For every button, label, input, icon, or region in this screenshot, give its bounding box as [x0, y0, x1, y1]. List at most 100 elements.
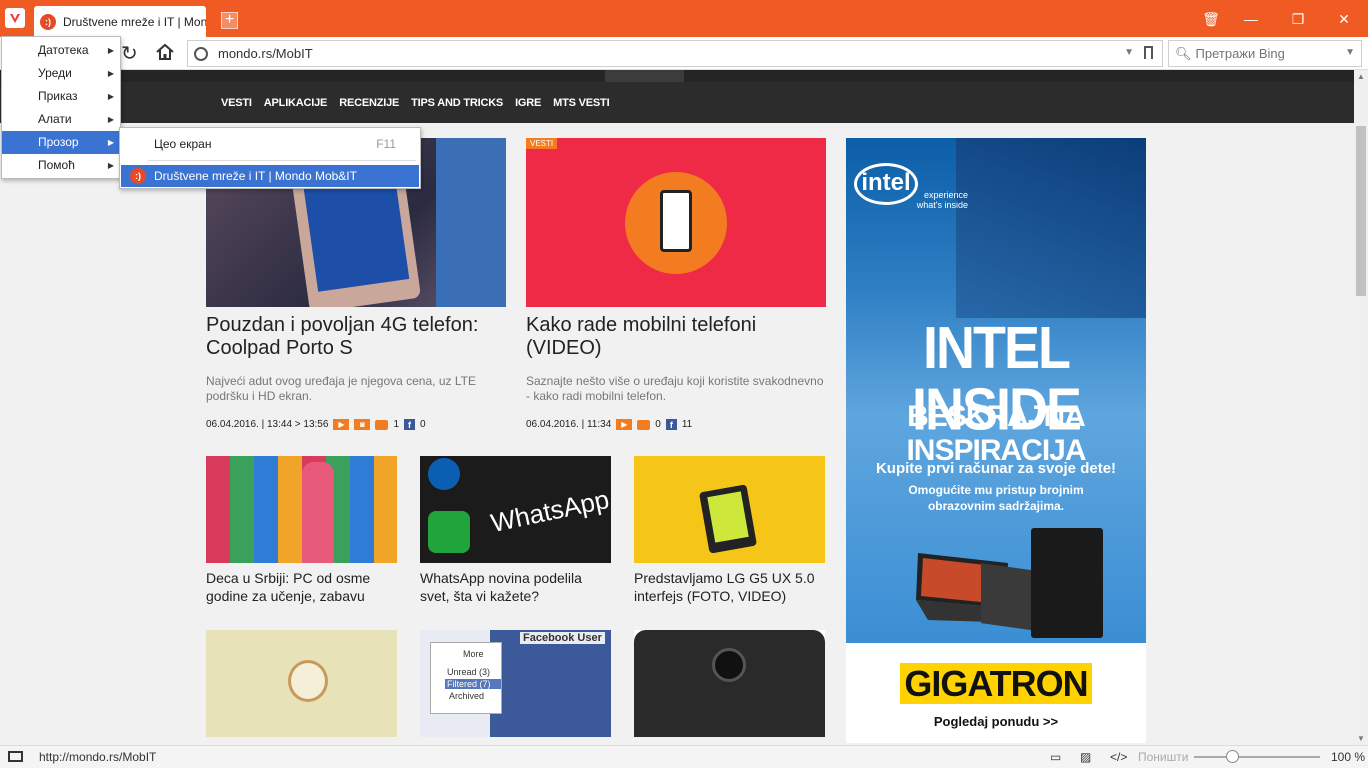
filtered-label: Filtered (7)	[445, 679, 501, 689]
article-image-whatsapp[interactable]: WhatsApp	[420, 456, 611, 563]
bookmark-icon[interactable]	[1144, 46, 1153, 59]
zoom-level: 100 %	[1331, 750, 1366, 764]
article-meta: 06.04.2016. | 13:44 > 13:56 ▶ ◙ 1 f 0	[206, 419, 426, 430]
facebook-icon: f	[665, 419, 677, 430]
globe-icon	[194, 46, 208, 61]
search-engine-dropdown-icon[interactable]: ▼	[1345, 47, 1355, 58]
reset-zoom-button[interactable]: Поништи	[1138, 750, 1188, 764]
menu-item-label: Društvene mreže i IT | Mondo Mob&IT	[154, 169, 357, 183]
comment-count: 0	[655, 419, 661, 430]
address-toolbar: ↻ mondo.rs/MobIT ▼ 🔍︎ ▼	[0, 37, 1368, 70]
article-meta: 06.04.2016. | 11:34 ▶ 0 f 11	[526, 419, 692, 430]
unread-label: Unread (3)	[447, 667, 491, 677]
article-image-phone[interactable]	[526, 138, 826, 307]
restore-button[interactable]: ❐	[1287, 8, 1309, 30]
nav-item-recenzije[interactable]: RECENZIJE	[339, 97, 399, 109]
status-bar: http://mondo.rs/MobIT ▭ ▨ </> Поништи 10…	[0, 745, 1368, 768]
submenu-arrow-icon: ▶	[107, 161, 114, 170]
nav-item-igre[interactable]: IGRE	[515, 97, 541, 109]
article-summary: Najveći adut ovog uređaja je njegova cen…	[206, 374, 476, 403]
page-content: Pouzdan i povoljan 4G telefon: Coolpad P…	[0, 123, 1354, 745]
intel-tagline: experience what's inside	[916, 190, 968, 210]
article-date: 06.04.2016. | 11:34	[526, 419, 612, 430]
article-image-phone-back[interactable]	[634, 630, 825, 737]
submenu-arrow-icon: ▶	[107, 46, 114, 55]
article-image-kids[interactable]	[206, 456, 397, 563]
nav-item-vesti[interactable]: VESTI	[221, 97, 252, 109]
page-tiling-icon[interactable]: ▭	[1050, 750, 1061, 764]
menu-item-label: Приказ	[38, 89, 78, 103]
page-actions-icon[interactable]: </>	[1110, 750, 1127, 764]
menu-item-label: Датотека	[38, 43, 89, 57]
menu-item-label: Цео екран	[154, 137, 212, 151]
address-bar[interactable]: mondo.rs/MobIT ▼	[187, 40, 1163, 67]
facebook-icon: f	[404, 419, 415, 430]
scroll-up-icon[interactable]: ▲	[1357, 72, 1365, 81]
menu-item-label: Алати	[38, 112, 72, 126]
images-icon[interactable]: ▨	[1080, 750, 1091, 764]
menu-item-fullscreen[interactable]: Цео екран F11	[120, 132, 420, 156]
article-image-3[interactable]	[206, 630, 397, 737]
tab-active[interactable]: :) Društvene mreže i IT | Mondo Mob&IT	[34, 6, 206, 37]
panel-toggle-icon[interactable]	[8, 751, 23, 762]
nav-item-tips[interactable]: TIPS AND TRICKS	[411, 97, 503, 109]
menu-item-view[interactable]: Приказ ▶	[2, 85, 120, 108]
new-tab-button[interactable]: +	[221, 12, 238, 29]
search-icon: 🔍︎	[1175, 45, 1192, 61]
close-button[interactable]: ✕	[1333, 8, 1355, 30]
zoom-slider[interactable]	[1194, 750, 1320, 763]
window-submenu: Цео екран F11 :) Društvene mreže i IT | …	[119, 127, 421, 189]
search-input[interactable]	[1195, 46, 1346, 61]
address-url: mondo.rs/MobIT	[218, 46, 313, 61]
article-date: 06.04.2016. | 13:44 > 13:56	[206, 419, 329, 430]
minimize-button[interactable]: —	[1240, 8, 1262, 30]
page-scrollbar[interactable]: ▲ ▼	[1354, 70, 1368, 745]
reload-icon[interactable]: ↻	[121, 41, 138, 66]
menu-separator	[148, 160, 416, 161]
menu-item-window[interactable]: Прозор ▶	[2, 131, 120, 154]
scroll-thumb[interactable]	[1356, 126, 1366, 296]
menu-item-label: Уреди	[38, 66, 72, 80]
ad-image: intel experience what's inside INTEL INS…	[846, 138, 1146, 643]
trash-icon[interactable]: 🗑	[1200, 8, 1222, 30]
menu-item-label: Помоћ	[38, 158, 75, 172]
vivaldi-menu-button[interactable]	[5, 8, 25, 28]
ad-cta: Kupite prvi računar za svoje dete!	[875, 460, 1117, 477]
facebook-count: 11	[681, 419, 693, 430]
menu-item-file[interactable]: Датотека ▶	[2, 39, 120, 62]
chevron-down-icon[interactable]: ▼	[1124, 47, 1134, 58]
menu-item-label: Прозор	[38, 135, 79, 149]
site-nav-active-indicator	[605, 70, 684, 82]
nav-item-aplikacije[interactable]: APLIKACIJE	[264, 97, 328, 109]
ad-more-link[interactable]: Pogledaj ponudu >>	[846, 714, 1146, 729]
intel-ad-banner[interactable]: intel experience what's inside INTEL INS…	[846, 138, 1146, 743]
gigatron-logo-wrap: GIGATRON	[846, 663, 1146, 705]
title-bar: :) Društvene mreže i IT | Mondo Mob&IT +…	[0, 0, 1368, 37]
submenu-arrow-icon: ▶	[107, 69, 114, 78]
nav-item-mts-vesti[interactable]: MTS VESTI	[553, 97, 609, 109]
submenu-arrow-icon: ▶	[107, 115, 114, 124]
home-icon[interactable]	[155, 42, 175, 65]
article-image-lg[interactable]	[634, 456, 825, 563]
menu-item-edit[interactable]: Уреди ▶	[2, 62, 120, 85]
menu-item-help[interactable]: Помоћ ▶	[2, 154, 120, 177]
vivaldi-logo-icon	[10, 14, 20, 23]
search-box[interactable]: 🔍︎ ▼	[1168, 40, 1362, 67]
article-title[interactable]: Predstavljamo LG G5 UX 5.0 interfejs (FO…	[634, 569, 825, 605]
comment-icon	[637, 419, 651, 430]
menu-item-open-window[interactable]: :) Društvene mreže i IT | Mondo Mob&IT	[121, 165, 419, 187]
article-summary: Saznajte nešto više o uređaju koji koris…	[526, 374, 824, 403]
menu-item-tools[interactable]: Алати ▶	[2, 108, 120, 131]
category-badge[interactable]: VESTI	[526, 138, 558, 149]
archived-label: Archived	[449, 691, 485, 701]
article-title[interactable]: WhatsApp novina podelila svet, šta vi ka…	[420, 569, 611, 605]
article-image-facebook[interactable]: Facebook User More Unread (3) Filtered (…	[420, 630, 611, 737]
scroll-down-icon[interactable]: ▼	[1357, 734, 1365, 743]
desktop-tower-icon	[1031, 528, 1103, 638]
article-title[interactable]: Pouzdan i povoljan 4G telefon: Coolpad P…	[206, 314, 516, 360]
submenu-arrow-icon: ▶	[107, 138, 114, 147]
submenu-arrow-icon: ▶	[107, 92, 114, 101]
article-title[interactable]: Kako rade mobilni telefoni (VIDEO)	[526, 314, 826, 360]
zoom-knob[interactable]	[1226, 750, 1239, 763]
article-title[interactable]: Deca u Srbiji: PC od osme godine za učen…	[206, 569, 397, 605]
